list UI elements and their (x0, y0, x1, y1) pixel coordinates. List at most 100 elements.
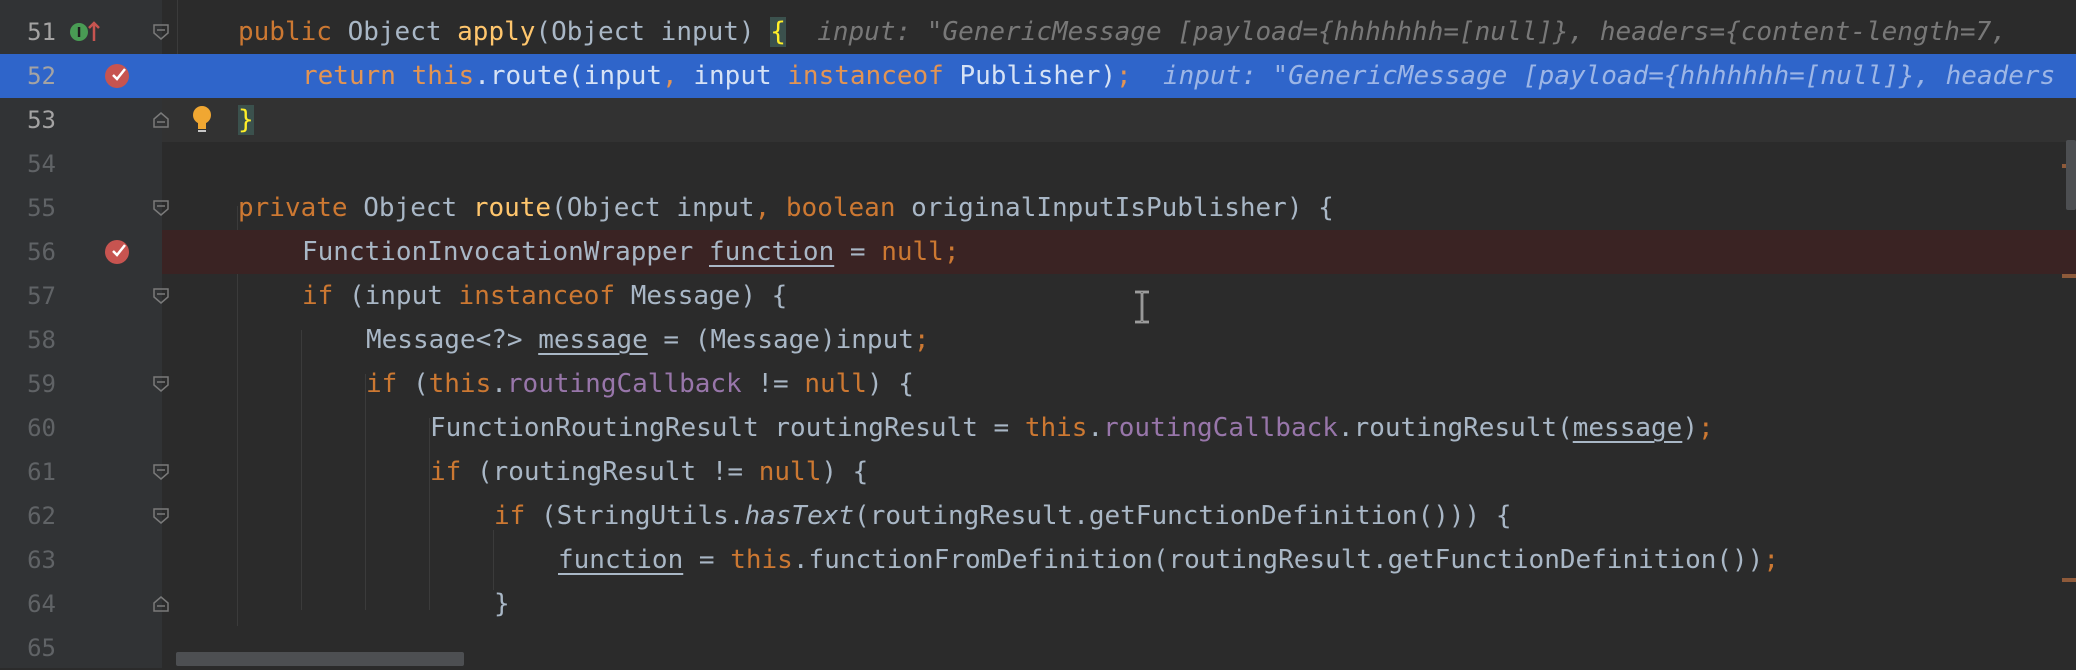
line-number[interactable]: 51 (0, 10, 56, 54)
code-text[interactable]: } (238, 98, 254, 142)
horizontal-scrollbar[interactable] (176, 652, 464, 666)
code-token: input (677, 61, 788, 91)
code-token: (routingResult.getFunctionDefinition()))… (854, 501, 1512, 531)
code-token: Publisher) (943, 61, 1117, 91)
code-token: ) (1682, 413, 1698, 443)
code-token: (input (333, 281, 459, 311)
code-token: ) { (821, 457, 869, 487)
code-line-53[interactable]: 53 } (0, 98, 2076, 142)
fold-marker-icon[interactable] (152, 375, 170, 393)
code-text[interactable]: public Object apply(Object input) { inpu… (238, 10, 2023, 54)
code-line-59[interactable]: 59 if (this.routingCallback != null) { (0, 362, 2076, 406)
code-text[interactable]: FunctionInvocationWrapper function = nul… (302, 230, 959, 274)
code-line-55[interactable]: 55 private Object route(Object input, bo… (0, 186, 2076, 230)
stripe-marker[interactable] (2062, 274, 2076, 278)
line-number[interactable]: 64 (0, 582, 56, 626)
code-token: (Object input) (535, 17, 771, 47)
code-token: FunctionInvocationWrapper (302, 237, 709, 267)
fold-marker-icon[interactable] (152, 507, 170, 525)
code-token: ; (1697, 413, 1714, 443)
code-text[interactable]: if (input instanceof Message) { (302, 274, 787, 318)
code-text[interactable]: if (StringUtils.hasText(routingResult.ge… (494, 494, 1512, 538)
code-text[interactable]: Message<?> message = (Message)input; (366, 318, 930, 362)
static-method-token: hasText (744, 501, 855, 531)
error-stripe[interactable] (2062, 0, 2076, 668)
keyword: this (411, 61, 475, 91)
code-token: , (662, 61, 678, 91)
keyword: this (730, 545, 793, 575)
breakpoint-verified-icon[interactable] (104, 63, 130, 89)
code-editor[interactable]: 51 I public Object apply(Object input) {… (0, 0, 2076, 668)
code-token: .functionFromDefinition(routingResult.ge… (792, 545, 1764, 575)
code-text[interactable]: return this.route(input, input instanceo… (302, 54, 2055, 98)
code-token: ; (943, 237, 960, 267)
code-line-58[interactable]: 58 Message<?> message = (Message)input; (0, 318, 2076, 362)
code-token: ( (397, 369, 429, 399)
code-line-63[interactable]: 63 function = this.functionFromDefinitio… (0, 538, 2076, 582)
code-line-60[interactable]: 60 FunctionRoutingResult routingResult =… (0, 406, 2076, 450)
code-text[interactable]: function = this.functionFromDefinition(r… (558, 538, 1779, 582)
code-token: = (683, 545, 731, 575)
matched-brace: { (770, 17, 786, 47)
fold-marker-icon[interactable] (152, 111, 170, 129)
inline-debug-value[interactable]: input: "GenericMessage [payload={hhhhhhh… (817, 17, 2022, 47)
variable-token: message (538, 325, 648, 355)
line-number[interactable]: 58 (0, 318, 56, 362)
code-line-62[interactable]: 62 if (StringUtils.hasText(routingResult… (0, 494, 2076, 538)
code-text[interactable]: if (this.routingCallback != null) { (366, 362, 914, 406)
code-token: = (Message)input (647, 325, 914, 355)
code-text[interactable]: FunctionRoutingResult routingResult = th… (430, 406, 1714, 450)
code-line-57[interactable]: 57 if (input instanceof Message) { (0, 274, 2076, 318)
code-token: ; (913, 325, 930, 355)
code-line-52[interactable]: 52 return this.route(input, input instan… (0, 54, 2076, 98)
code-token: = (834, 237, 882, 267)
line-number[interactable]: 53 (0, 98, 56, 142)
line-number[interactable]: 60 (0, 406, 56, 450)
vertical-scrollbar[interactable] (2066, 140, 2076, 210)
keyword: private (238, 193, 348, 223)
code-line-64[interactable]: 64 } (0, 582, 2076, 626)
line-number[interactable]: 55 (0, 186, 56, 230)
code-token: , (754, 193, 771, 223)
field-token: routingCallback (1103, 413, 1338, 443)
line-number[interactable]: 62 (0, 494, 56, 538)
intention-bulb-icon[interactable] (190, 104, 214, 134)
code-line-54[interactable]: 54 (0, 142, 2076, 186)
keyword: this (1024, 413, 1088, 443)
keyword: this (428, 369, 492, 399)
line-number[interactable]: 65 (0, 626, 56, 670)
line-number[interactable]: 52 (0, 54, 56, 98)
line-number[interactable]: 59 (0, 362, 56, 406)
line-number[interactable]: 54 (0, 142, 56, 186)
fold-marker-icon[interactable] (152, 595, 170, 613)
svg-text:I: I (77, 26, 82, 41)
stripe-marker[interactable] (2062, 578, 2076, 582)
method-name: apply (457, 17, 536, 47)
inline-debug-value[interactable]: input: "GenericMessage [payload={hhhhhhh… (1163, 61, 2055, 91)
code-line-56[interactable]: 56 FunctionInvocationWrapper function = … (0, 230, 2076, 274)
line-number[interactable]: 56 (0, 230, 56, 274)
fold-marker-icon[interactable] (152, 23, 170, 41)
line-number[interactable]: 57 (0, 274, 56, 318)
code-text[interactable]: } (494, 582, 510, 626)
matched-brace: } (238, 105, 254, 135)
breakpoint-verified-icon[interactable] (104, 239, 130, 265)
fold-marker-icon[interactable] (152, 199, 170, 217)
code-token: ; (1116, 61, 1132, 91)
fold-marker-icon[interactable] (152, 463, 170, 481)
variable-token: message (1572, 413, 1683, 443)
code-line-51[interactable]: 51 I public Object apply(Object input) {… (0, 10, 2076, 54)
implements-up-arrow-icon[interactable]: I (68, 19, 102, 45)
code-token: . (1087, 413, 1104, 443)
code-line-61[interactable]: 61 if (routingResult != null) { (0, 450, 2076, 494)
line-number[interactable]: 61 (0, 450, 56, 494)
line-number[interactable]: 63 (0, 538, 56, 582)
code-text[interactable]: if (routingResult != null) { (430, 450, 868, 494)
fold-marker-icon[interactable] (152, 287, 170, 305)
code-token: Object (331, 17, 458, 47)
code-token: (Object input (551, 193, 755, 223)
code-text[interactable]: private Object route(Object input, boole… (238, 186, 1334, 230)
code-token: .route(input (474, 61, 663, 91)
code-token: Message) { (615, 281, 788, 311)
